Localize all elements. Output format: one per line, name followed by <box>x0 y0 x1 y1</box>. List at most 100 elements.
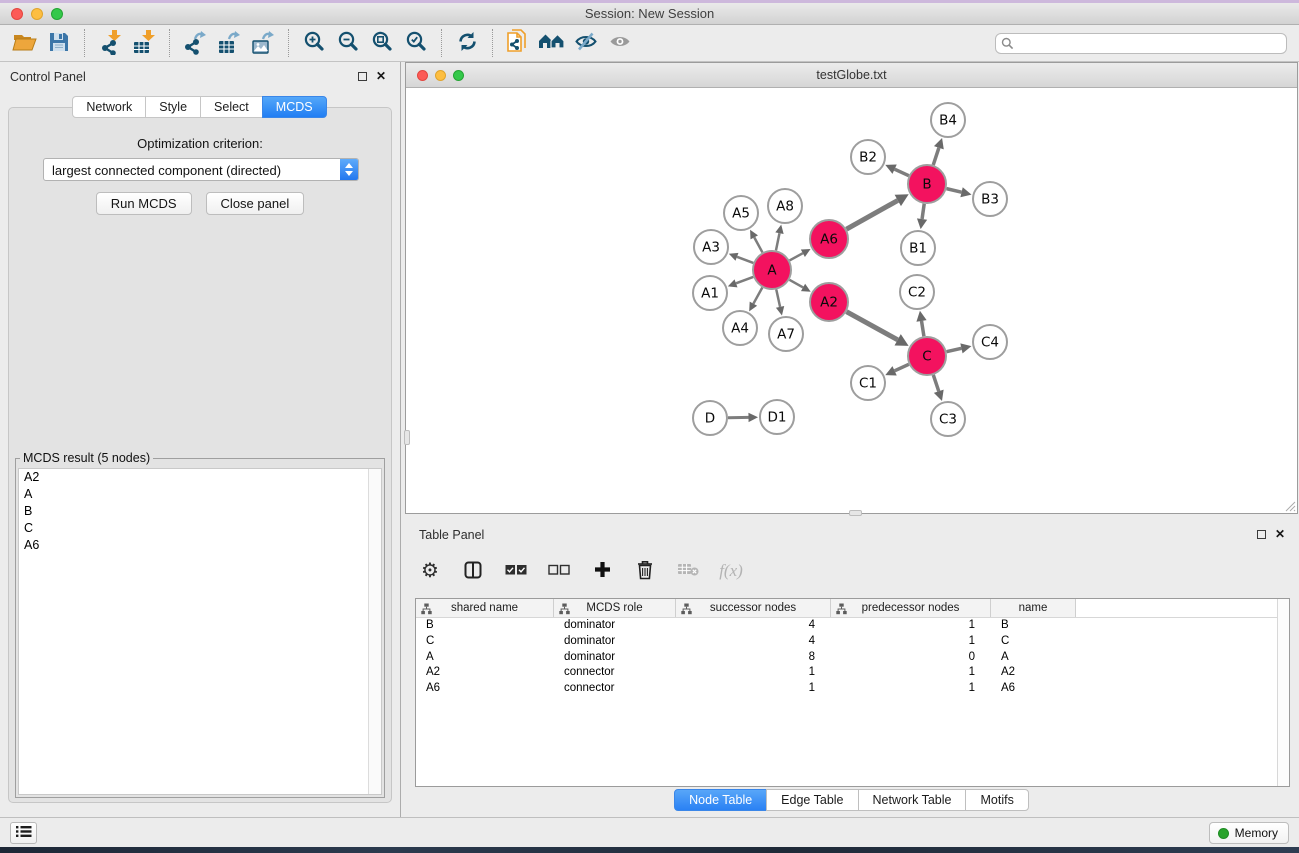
table-row[interactable]: Cdominator41C <box>416 634 1289 650</box>
function-builder-button[interactable]: f(x) <box>718 557 744 585</box>
cell-name[interactable]: A6 <box>991 681 1076 697</box>
network-canvas[interactable]: AA1A2A3A4A5A6A7A8BB1B2B3B4CC1C2C3C4DD1 <box>406 89 1297 513</box>
float-table-panel-icon[interactable] <box>1257 530 1266 539</box>
mcds-result-list[interactable]: A2ABCA6 <box>18 468 382 795</box>
cell-name[interactable]: B <box>991 618 1076 634</box>
first-neighbors-button[interactable] <box>535 28 569 58</box>
close-table-panel-icon[interactable]: ✕ <box>1275 529 1285 539</box>
zoom-in-button[interactable] <box>297 28 331 58</box>
tab-motifs[interactable]: Motifs <box>965 789 1028 811</box>
zoom-out-button[interactable] <box>331 28 365 58</box>
table-row[interactable]: Adominator80A <box>416 650 1289 666</box>
cell-predecessor-nodes[interactable]: 1 <box>831 618 991 634</box>
graph-edge-C-C3[interactable] <box>933 375 938 391</box>
cell-predecessor-nodes[interactable]: 0 <box>831 650 991 666</box>
cell-shared-name[interactable]: A2 <box>416 665 554 681</box>
close-panel-icon[interactable]: ✕ <box>376 71 386 81</box>
bottom-splitter-grip[interactable] <box>849 510 862 516</box>
search-input[interactable] <box>995 33 1287 54</box>
cell-predecessor-nodes[interactable]: 1 <box>831 665 991 681</box>
graph-edge-B-B2[interactable] <box>895 169 909 176</box>
cell-predecessor-nodes[interactable]: 1 <box>831 681 991 697</box>
run-mcds-button[interactable]: Run MCDS <box>96 192 192 215</box>
graph-edge-C-C2[interactable] <box>922 321 924 336</box>
show-column-button[interactable] <box>460 557 486 585</box>
result-item[interactable]: A6 <box>19 537 381 554</box>
criterion-dropdown[interactable]: largest connected component (directed) <box>43 158 359 181</box>
zoom-selected-button[interactable] <box>399 28 433 58</box>
graph-edge-B-B1[interactable] <box>922 204 924 219</box>
cell-shared-name[interactable]: A6 <box>416 681 554 697</box>
graph-edge-A-A2[interactable] <box>789 280 803 288</box>
graph-edge-A-A3[interactable] <box>737 257 753 263</box>
result-item[interactable]: B <box>19 503 381 520</box>
graph-edge-A-A6[interactable] <box>790 253 803 260</box>
column-header-shared-name[interactable]: shared name <box>416 599 554 617</box>
cell-MCDS-role[interactable]: connector <box>554 681 676 697</box>
cell-MCDS-role[interactable]: dominator <box>554 650 676 666</box>
table-settings-button[interactable]: ⚙ <box>417 557 443 585</box>
tab-mcds[interactable]: MCDS <box>262 96 327 118</box>
cell-predecessor-nodes[interactable]: 1 <box>831 634 991 650</box>
graph-edge-A-A8[interactable] <box>776 233 779 250</box>
graph-edge-B-B4[interactable] <box>933 148 939 165</box>
create-column-button[interactable] <box>589 557 615 585</box>
tab-edge-table[interactable]: Edge Table <box>766 789 858 811</box>
cell-MCDS-role[interactable]: connector <box>554 665 676 681</box>
refresh-button[interactable] <box>450 28 484 58</box>
tab-style[interactable]: Style <box>145 96 201 118</box>
table-row[interactable]: A6connector11A6 <box>416 681 1289 697</box>
import-table-button[interactable] <box>127 28 161 58</box>
hide-selected-button[interactable] <box>569 28 603 58</box>
cell-name[interactable]: C <box>991 634 1076 650</box>
cell-successor-nodes[interactable]: 1 <box>676 681 831 697</box>
delete-table-button[interactable] <box>675 557 701 585</box>
graph-edge-A-A4[interactable] <box>753 288 762 304</box>
cell-name[interactable]: A2 <box>991 665 1076 681</box>
cell-shared-name[interactable]: A <box>416 650 554 666</box>
float-panel-icon[interactable] <box>358 72 367 81</box>
tab-network[interactable]: Network <box>72 96 146 118</box>
table-row[interactable]: Bdominator41B <box>416 618 1289 634</box>
column-header-name[interactable]: name <box>991 599 1076 617</box>
delete-column-button[interactable] <box>632 557 658 585</box>
memory-button[interactable]: Memory <box>1209 822 1289 844</box>
close-panel-button[interactable]: Close panel <box>206 192 305 215</box>
graph-edge-A-A7[interactable] <box>776 290 780 307</box>
result-item[interactable]: A2 <box>19 469 381 486</box>
graph-edge-A-A1[interactable] <box>736 277 753 283</box>
table-scrollbar[interactable] <box>1277 599 1289 786</box>
cell-shared-name[interactable]: C <box>416 634 554 650</box>
graph-edge-A6-B[interactable] <box>846 200 897 229</box>
cell-successor-nodes[interactable]: 8 <box>676 650 831 666</box>
tab-select[interactable]: Select <box>200 96 263 118</box>
cell-name[interactable]: A <box>991 650 1076 666</box>
export-image-button[interactable] <box>246 28 280 58</box>
open-session-button[interactable] <box>8 28 42 58</box>
tab-node-table[interactable]: Node Table <box>674 789 767 811</box>
import-network-button[interactable] <box>93 28 127 58</box>
save-session-button[interactable] <box>42 28 76 58</box>
graph-edge-C-C1[interactable] <box>895 364 909 371</box>
cell-shared-name[interactable]: B <box>416 618 554 634</box>
select-all-columns-button[interactable] <box>503 557 529 585</box>
column-header-MCDS-role[interactable]: MCDS role <box>554 599 676 617</box>
task-history-button[interactable] <box>10 822 37 844</box>
new-network-from-selection-button[interactable] <box>501 28 535 58</box>
left-splitter-grip[interactable] <box>404 430 410 445</box>
cell-MCDS-role[interactable]: dominator <box>554 634 676 650</box>
cell-successor-nodes[interactable]: 4 <box>676 618 831 634</box>
cell-MCDS-role[interactable]: dominator <box>554 618 676 634</box>
graph-edge-B-B3[interactable] <box>946 189 961 193</box>
column-header-successor-nodes[interactable]: successor nodes <box>676 599 831 617</box>
result-list-scrollbar[interactable] <box>368 469 381 794</box>
column-header-predecessor-nodes[interactable]: predecessor nodes <box>831 599 991 617</box>
result-item[interactable]: C <box>19 520 381 537</box>
network-window-titlebar[interactable]: testGlobe.txt <box>406 63 1297 88</box>
cell-successor-nodes[interactable]: 1 <box>676 665 831 681</box>
export-network-button[interactable] <box>178 28 212 58</box>
tab-network-table[interactable]: Network Table <box>858 789 967 811</box>
graph-edge-A2-C[interactable] <box>847 312 898 340</box>
export-table-button[interactable] <box>212 28 246 58</box>
graph-edge-A-A5[interactable] <box>754 237 762 252</box>
